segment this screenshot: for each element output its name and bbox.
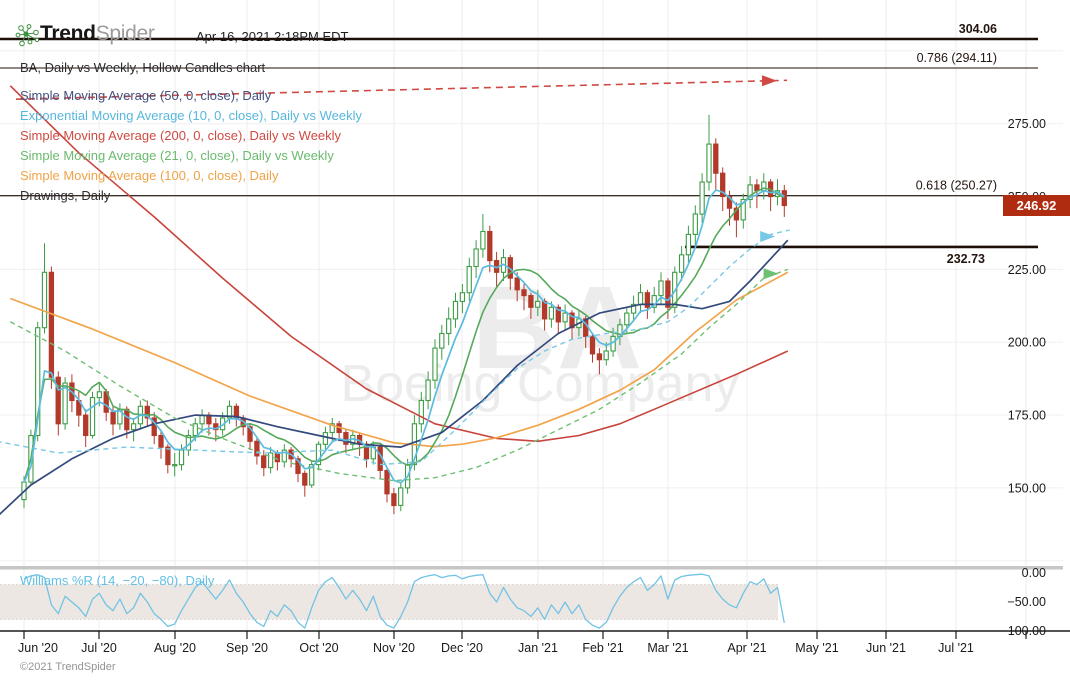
x-axis-label: Mar '21	[647, 641, 688, 655]
x-axis-label: Dec '20	[441, 641, 483, 655]
trendspider-logo-icon	[15, 22, 40, 49]
legend-item-5[interactable]: Drawings, Daily	[20, 186, 362, 206]
price-tick-label: 150.00	[1008, 481, 1046, 495]
price-axis[interactable]: 275.00250.00225.00200.00175.00150.00	[1008, 117, 1046, 495]
price-tick-label: 200.00	[1008, 336, 1046, 350]
logo-center-dot	[23, 31, 28, 36]
chart-title[interactable]: BA, Daily vs Weekly, Hollow Candles char…	[20, 60, 265, 75]
copyright-text: ©2021 TrendSpider	[20, 661, 116, 673]
level-label: 0.618 (250.27)	[916, 179, 997, 193]
legend-item-2[interactable]: Simple Moving Average (200, 0, close), D…	[20, 126, 362, 146]
x-axis-label: Jun '20	[18, 641, 58, 655]
brand-spider: Spider	[96, 22, 155, 45]
price-tick-label: 175.00	[1008, 409, 1046, 423]
x-axis-label: Jan '21	[518, 641, 558, 655]
level-label: 232.73	[947, 252, 985, 266]
x-axis-label: Sep '20	[226, 641, 268, 655]
legend-item-4[interactable]: Simple Moving Average (100, 0, close), D…	[20, 166, 362, 186]
chart-datetime: Apr 16, 2021 2:18PM EDT	[196, 29, 348, 44]
williams-band	[0, 585, 778, 620]
x-axis-label: May '21	[795, 641, 838, 655]
symbol-watermark: BABoeing Company	[341, 262, 740, 413]
ema10-daily-line	[24, 190, 784, 483]
x-axis-label: Jun '21	[866, 641, 906, 655]
legend-item-0[interactable]: Simple Moving Average (50, 0, close), Da…	[20, 86, 362, 106]
indicator-tick-label: −50.00	[1007, 595, 1046, 609]
price-tick-label: 275.00	[1008, 117, 1046, 131]
legend-item-1[interactable]: Exponential Moving Average (10, 0, close…	[20, 106, 362, 126]
x-axis[interactable]: Jun '20 Jul '20 Aug '20 Sep '20 Oct '20 Nov '…	[0, 631, 1070, 655]
x-axis-label: Apr '21	[727, 641, 766, 655]
ema10-weekly-line	[0, 230, 790, 465]
panel-divider	[0, 566, 1063, 570]
indicator-tick-label: 0.00	[1022, 566, 1046, 580]
last-price-tag: 246.92	[1003, 195, 1070, 216]
x-axis-label: Feb '21	[582, 641, 623, 655]
indicator-legend: Simple Moving Average (50, 0, close), Da…	[20, 86, 362, 206]
level-label: 0.786 (294.11)	[917, 51, 997, 65]
x-axis-label: Oct '20	[299, 641, 338, 655]
x-axis-label: Jul '21	[938, 641, 974, 655]
level-label: 304.06	[959, 22, 997, 36]
brand-trend: Trend	[40, 22, 96, 45]
x-axis-label: Jul '20	[81, 641, 117, 655]
legend-item-3[interactable]: Simple Moving Average (21, 0, close), Da…	[20, 146, 362, 166]
x-axis-label: Aug '20	[154, 641, 196, 655]
svg-text:Boeing Company: Boeing Company	[341, 355, 740, 413]
ema10-weekly-line-arrow-icon	[760, 231, 775, 242]
trendline-arrow-icon	[762, 75, 777, 86]
price-tick-label: 225.00	[1008, 263, 1046, 277]
williams-r-label[interactable]: Williams %R (14, −20, −80), Daily	[20, 573, 214, 588]
x-axis-label: Nov '20	[373, 641, 415, 655]
brand-wordmark: TrendSpider	[40, 22, 155, 46]
sma21-daily-line	[24, 188, 784, 482]
